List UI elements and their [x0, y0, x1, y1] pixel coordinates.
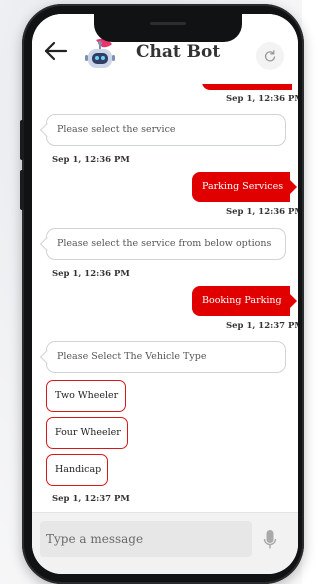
- vehicle-option-button[interactable]: Handicap: [46, 454, 108, 486]
- message-timestamp: Sep 1, 12:37 PM: [52, 494, 130, 504]
- user-message-bubble: [202, 84, 292, 90]
- phone-notch: [94, 14, 242, 42]
- microphone-icon[interactable]: [260, 527, 280, 553]
- refresh-icon[interactable]: [256, 42, 284, 70]
- user-message-bubble: Parking Services: [192, 172, 297, 202]
- user-message-bubble: Booking Parking: [192, 286, 297, 316]
- phone-side-button: [20, 120, 24, 160]
- vehicle-option-button[interactable]: Two Wheeler: [46, 380, 126, 412]
- robot-icon: [82, 38, 118, 72]
- message-timestamp: Sep 1, 12:36 PM: [52, 155, 130, 165]
- message-timestamp: Sep 1, 12:36 PM: [52, 269, 130, 279]
- vehicle-option-button[interactable]: Four Wheeler: [46, 417, 128, 449]
- arrow-left-icon[interactable]: [42, 40, 70, 62]
- message-timestamp: Sep 1, 12:37 PM: [226, 321, 298, 331]
- bot-message: Please select the service: [46, 114, 286, 146]
- message-input[interactable]: [40, 521, 252, 557]
- message-timestamp: Sep 1, 12:36 PM: [226, 94, 298, 104]
- message-input-bar: [32, 512, 298, 574]
- message-timestamp: Sep 1, 12:36 PM: [226, 207, 298, 217]
- chat-title: Chat Bot: [136, 42, 221, 62]
- bot-message: Please select the service from below opt…: [46, 228, 286, 260]
- bot-message: Please Select The Vehicle Type: [46, 341, 286, 373]
- phone-side-button: [20, 170, 24, 210]
- chat-messages[interactable]: Sep 1, 12:36 PM Please select the servic…: [32, 84, 298, 512]
- app-screen: Chat Bot Sep 1, 12:36 PM Please select t…: [32, 14, 298, 574]
- notch-speaker: [150, 22, 186, 25]
